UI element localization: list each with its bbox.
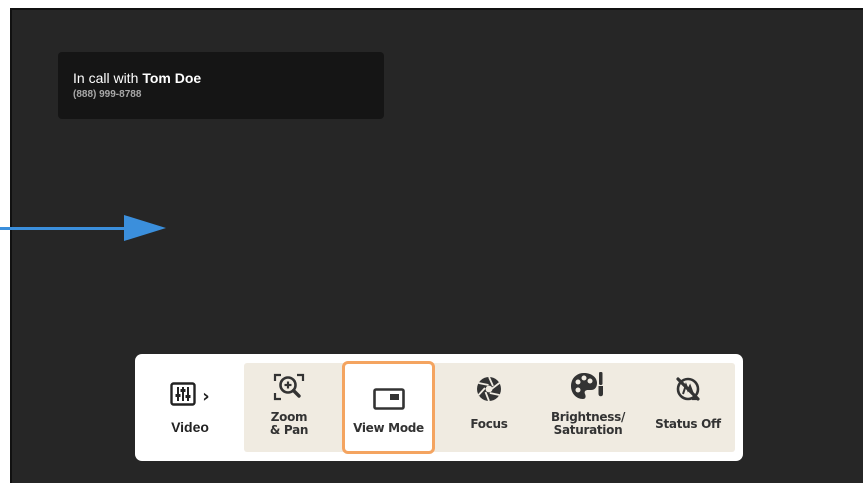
zoom-pan-button[interactable]: Zoom & Pan	[250, 363, 328, 452]
chevron-right-icon: ›	[202, 385, 210, 407]
zoom-pan-label: Zoom & Pan	[269, 410, 309, 437]
status-off-button[interactable]: Status Off	[650, 363, 726, 452]
call-prefix: In call with	[73, 70, 139, 86]
video-menu-button[interactable]: › Video	[152, 368, 228, 448]
focus-label: Focus	[470, 417, 508, 431]
sliders-icon	[170, 381, 196, 411]
callout-arrow-head	[124, 215, 166, 241]
brightness-saturation-button[interactable]: Brightness/ Saturation	[546, 363, 630, 452]
status-off-icon	[674, 374, 702, 407]
callout-arrow-shaft	[0, 227, 130, 230]
call-info-card: In call with Tom Doe (888) 999-8788	[58, 52, 384, 119]
caller-phone-number: (888) 999-8788	[73, 89, 142, 100]
brightness-saturation-label: Brightness/ Saturation	[550, 410, 626, 437]
status-off-label: Status Off	[655, 417, 721, 431]
zoom-pan-icon	[272, 372, 306, 407]
caller-name: Tom Doe	[142, 70, 202, 86]
video-label: Video	[171, 419, 209, 435]
focus-button[interactable]: Focus	[452, 363, 526, 452]
call-status-line: In call with Tom Doe	[73, 69, 369, 87]
view-mode-icon	[372, 388, 405, 415]
palette-icon	[570, 370, 606, 407]
view-mode-label: View Mode	[353, 421, 424, 435]
aperture-icon	[474, 372, 504, 407]
view-mode-button[interactable]: View Mode	[342, 361, 435, 454]
